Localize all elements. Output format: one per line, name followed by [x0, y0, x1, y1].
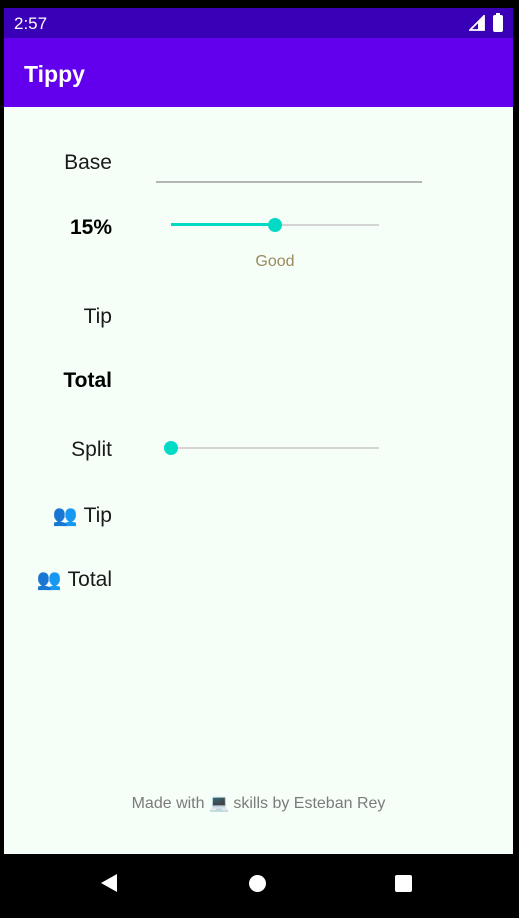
- per-person-total-label: 👥 Total: [37, 567, 112, 592]
- status-bar: 2:57: [4, 8, 513, 38]
- battery-icon: [493, 12, 503, 32]
- app-title: Tippy: [24, 61, 85, 87]
- split-slider-thumb[interactable]: [164, 441, 178, 455]
- home-icon[interactable]: [249, 875, 266, 892]
- split-label: Split: [71, 438, 112, 461]
- footer-credit: Made with 💻 skills by Esteban Rey: [131, 795, 386, 812]
- base-input-underline: [156, 181, 422, 183]
- people-icon: 👥: [36, 569, 62, 591]
- tip-description: Good: [255, 253, 295, 270]
- per-person-tip-label: 👥 Tip: [53, 503, 112, 528]
- status-time: 2:57: [14, 14, 48, 33]
- split-slider[interactable]: [164, 438, 379, 458]
- tip-percent-label: 15%: [69, 216, 112, 239]
- people-icon: 👥: [52, 505, 78, 527]
- back-icon[interactable]: [101, 874, 117, 892]
- navigation-bar: [4, 854, 513, 910]
- main-content: Base 15% Good Tip Total Split 👥 Tip 👥 Tota…: [4, 107, 513, 854]
- base-label: Base: [64, 151, 112, 174]
- base-amount-input[interactable]: [156, 149, 422, 181]
- app-bar: Tippy: [4, 38, 513, 107]
- recents-icon[interactable]: [395, 875, 412, 892]
- per-person-tip-text: Tip: [83, 504, 112, 527]
- total-label: Total: [63, 369, 112, 392]
- status-icons: [469, 12, 503, 32]
- tip-label: Tip: [83, 305, 112, 328]
- split-slider-track: [171, 447, 379, 449]
- per-person-total-text: Total: [67, 568, 112, 591]
- tip-percent-slider[interactable]: [171, 215, 379, 235]
- tip-slider-thumb[interactable]: [268, 218, 282, 232]
- tip-slider-fill: [171, 223, 275, 226]
- signal-icon: [469, 15, 485, 31]
